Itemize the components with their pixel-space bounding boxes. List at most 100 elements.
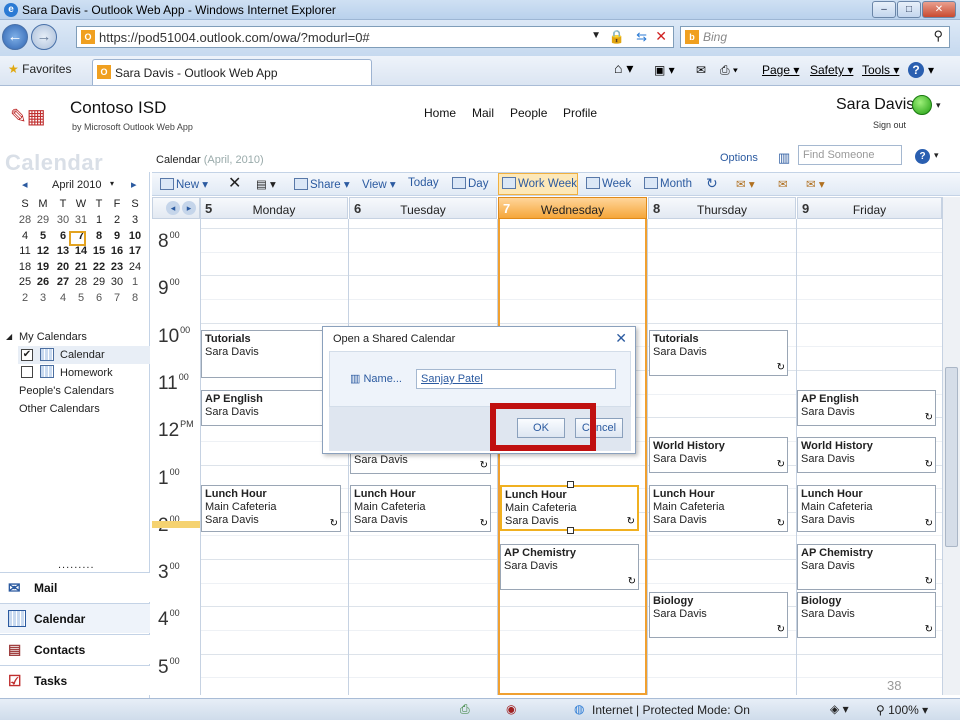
mini-calendar-day[interactable]: 28 bbox=[72, 276, 90, 288]
print-icon[interactable]: ⎙ ▾ bbox=[720, 63, 738, 78]
calendar-checkbox[interactable]: ✔ bbox=[21, 349, 33, 361]
mini-calendar-day[interactable]: 16 bbox=[108, 245, 126, 257]
feeds-icon[interactable]: ▣ ▾ bbox=[654, 63, 675, 77]
nav-button-calendar[interactable]: Calendar bbox=[0, 603, 150, 633]
mini-calendar-day[interactable]: 7 bbox=[108, 292, 126, 304]
safety-menu[interactable]: Safety ▾ bbox=[810, 63, 853, 77]
event-card[interactable]: AP Chemistry Sara Davis ↻ bbox=[797, 544, 936, 590]
event-card[interactable]: Biology Sara Davis ↻ bbox=[649, 592, 788, 638]
mini-calendar-day[interactable]: 10 bbox=[126, 230, 144, 242]
mini-calendar-day[interactable]: 15 bbox=[90, 245, 108, 257]
prev-month-icon[interactable]: ◂ bbox=[22, 178, 28, 191]
presence-dropdown-icon[interactable]: ▾ bbox=[936, 100, 941, 111]
stop-icon[interactable]: ✕ bbox=[655, 28, 667, 45]
share-calendar-icon[interactable]: ✉ bbox=[778, 177, 788, 191]
mini-calendar-day[interactable]: 21 bbox=[72, 261, 90, 273]
mini-calendar-day[interactable]: 8 bbox=[126, 292, 144, 304]
forward-button[interactable]: → bbox=[31, 24, 57, 50]
today-button[interactable]: Today bbox=[408, 177, 439, 189]
calendar-item-label[interactable]: Calendar bbox=[60, 349, 105, 361]
minimize-button[interactable]: – bbox=[872, 1, 896, 18]
event-card[interactable]: Sara Davis ↻ bbox=[350, 452, 491, 474]
url-input[interactable]: O https://pod51004.outlook.com/owa/?modu… bbox=[76, 26, 674, 48]
nav-people[interactable]: People bbox=[510, 106, 547, 120]
mail-icon[interactable]: ✉ bbox=[696, 63, 706, 77]
mini-calendar-day[interactable]: 27 bbox=[54, 276, 72, 288]
nav-button-contacts[interactable]: ▤ Contacts bbox=[0, 634, 150, 664]
mini-calendar-day[interactable]: 29 bbox=[34, 214, 52, 226]
other-calendars-header[interactable]: Other Calendars bbox=[19, 403, 100, 415]
event-card[interactable]: AP English Sara Davis ↻ bbox=[797, 390, 936, 426]
event-card[interactable]: Biology Sara Davis ↻ bbox=[797, 592, 936, 638]
mini-calendar-day[interactable]: 4 bbox=[54, 292, 72, 304]
next-month-icon[interactable]: ▸ bbox=[131, 178, 137, 191]
user-name[interactable]: Sara Davis bbox=[836, 96, 914, 114]
view-button[interactable]: View ▾ bbox=[362, 177, 396, 191]
search-icon[interactable]: ⚲ bbox=[933, 28, 943, 44]
mini-calendar-day[interactable]: 4 bbox=[16, 230, 34, 242]
mini-calendar-day[interactable]: 30 bbox=[108, 276, 126, 288]
mini-calendar-day[interactable]: 25 bbox=[16, 276, 34, 288]
mini-calendar-day[interactable]: 2 bbox=[108, 214, 126, 226]
next-week-icon[interactable]: ▸ bbox=[182, 201, 196, 215]
close-icon[interactable]: ✕ bbox=[615, 330, 627, 347]
browser-tab[interactable]: O Sara Davis - Outlook Web App bbox=[92, 59, 372, 85]
event-card[interactable]: AP Chemistry Sara Davis ↻ bbox=[500, 544, 639, 590]
address-book-icon[interactable]: ▥ bbox=[778, 150, 790, 166]
day-view-button[interactable]: Day bbox=[452, 177, 488, 190]
mini-calendar-day[interactable]: 6 bbox=[90, 292, 108, 304]
resize-handle-bottom[interactable] bbox=[567, 527, 574, 534]
maximize-button[interactable]: □ bbox=[897, 1, 921, 18]
move-icon[interactable]: ▤ ▾ bbox=[256, 177, 276, 191]
mini-calendar-day[interactable]: 3 bbox=[34, 292, 52, 304]
reminders-icon[interactable]: ✉ ▾ bbox=[736, 177, 755, 191]
name-input[interactable]: Sanjay Patel bbox=[416, 369, 616, 389]
collapse-icon[interactable]: ◢ bbox=[6, 332, 12, 341]
publish-icon[interactable]: ✉ ▾ bbox=[806, 177, 825, 191]
event-card[interactable]: Lunch Hour Main Cafeteria Sara Davis ↻ bbox=[649, 485, 788, 532]
help-icon[interactable]: ? bbox=[908, 62, 924, 78]
month-dropdown-icon[interactable]: ▾ bbox=[110, 179, 114, 188]
prev-week-icon[interactable]: ◂ bbox=[166, 201, 180, 215]
tools-menu[interactable]: Tools ▾ bbox=[862, 63, 899, 77]
dropdown-arrow-icon[interactable]: ▼ bbox=[591, 30, 601, 41]
favorites-button[interactable]: ★ Favorites bbox=[8, 62, 71, 76]
mini-calendar-day[interactable]: 12 bbox=[34, 245, 52, 257]
scrollbar-thumb[interactable] bbox=[945, 367, 958, 547]
search-input[interactable]: b Bing ⚲ bbox=[680, 26, 950, 48]
day-header-monday[interactable]: 5 Monday bbox=[200, 197, 348, 219]
day-header-wednesday[interactable]: 7 Wednesday bbox=[498, 197, 647, 219]
mini-calendar-day[interactable]: 5 bbox=[72, 292, 90, 304]
peoples-calendars-header[interactable]: People's Calendars bbox=[19, 385, 114, 397]
event-card[interactable]: Tutorials Sara Davis ↻ bbox=[649, 330, 788, 376]
mini-calendar-day[interactable]: 28 bbox=[16, 214, 34, 226]
mini-calendar-day[interactable]: 5 bbox=[34, 230, 52, 242]
nav-button-mail[interactable]: ✉ Mail bbox=[0, 572, 150, 602]
mini-calendar-day[interactable]: 1 bbox=[90, 214, 108, 226]
lock-icon[interactable]: 🔒 bbox=[609, 29, 625, 45]
event-card[interactable]: Lunch Hour Main Cafeteria Sara Davis ↻ bbox=[797, 485, 936, 532]
zoom-control[interactable]: ⚲ 100% ▾ bbox=[876, 703, 928, 717]
mini-calendar-day[interactable]: 19 bbox=[34, 261, 52, 273]
mini-calendar-day[interactable]: 8 bbox=[90, 230, 108, 242]
mini-calendar-day[interactable]: 24 bbox=[126, 261, 144, 273]
help-dropdown-icon[interactable]: ▾ bbox=[928, 63, 934, 77]
week-view-button[interactable]: Week bbox=[586, 177, 631, 190]
page-menu[interactable]: Page ▾ bbox=[762, 63, 799, 77]
month-view-button[interactable]: Month bbox=[644, 177, 692, 190]
help-dropdown-icon[interactable]: ▾ bbox=[934, 150, 939, 161]
event-card[interactable]: AP English Sara Davis bbox=[201, 390, 341, 426]
vertical-scrollbar[interactable] bbox=[942, 197, 960, 695]
mini-calendar-day[interactable]: 22 bbox=[90, 261, 108, 273]
sign-out-link[interactable]: Sign out bbox=[873, 120, 906, 130]
mini-calendar-day[interactable]: 29 bbox=[90, 276, 108, 288]
security-icon[interactable]: ◉ bbox=[506, 702, 516, 716]
compat-icon[interactable]: ⎙ bbox=[460, 702, 470, 717]
close-window-button[interactable]: ✕ bbox=[922, 1, 956, 18]
home-icon[interactable]: ⌂ ▾ bbox=[614, 60, 633, 77]
back-button[interactable]: ← bbox=[2, 24, 28, 50]
resize-handle-top[interactable] bbox=[567, 481, 574, 488]
mini-calendar-day[interactable]: 14 bbox=[72, 245, 90, 257]
new-button[interactable]: New ▾ bbox=[160, 177, 208, 191]
mini-calendar-day[interactable]: 17 bbox=[126, 245, 144, 257]
